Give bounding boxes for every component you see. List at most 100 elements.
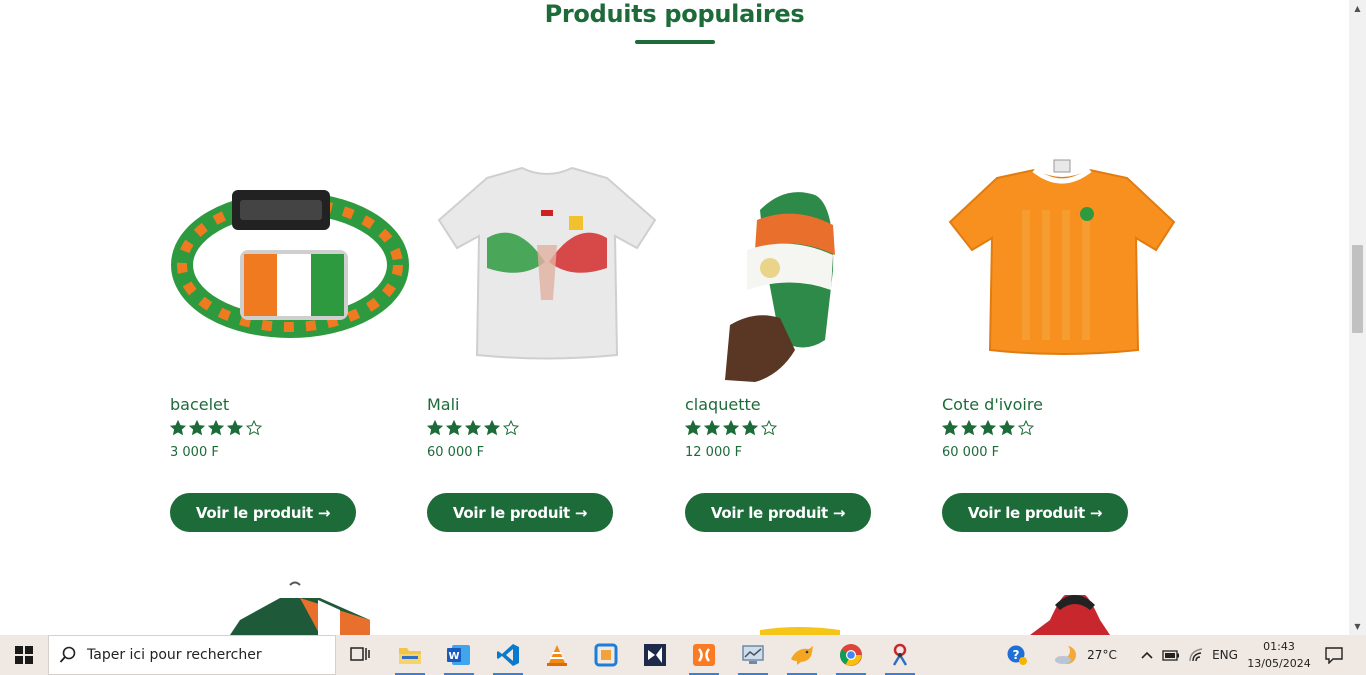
product-name[interactable]: bacelet — [170, 395, 229, 414]
windows-taskbar: Taper ici pour rechercher W ? 27°C ENG 0… — [0, 635, 1366, 675]
star-filled-icon — [446, 420, 462, 436]
help-tray-button[interactable]: ? — [1002, 635, 1032, 675]
product-image-partial[interactable] — [740, 580, 940, 635]
section-title: Produits populaires — [544, 0, 805, 28]
scrollbar-thumb[interactable] — [1352, 245, 1363, 333]
product-price: 60 000 F — [427, 445, 485, 460]
taskbar-app-file-explorer[interactable] — [386, 635, 434, 675]
product-price: 60 000 F — [942, 445, 1000, 460]
star-filled-icon — [999, 420, 1015, 436]
taskbar-app-visual-studio[interactable] — [631, 635, 679, 675]
word-icon: W — [447, 645, 470, 665]
battery-tray-button[interactable] — [1160, 635, 1182, 675]
product-image-claquette[interactable] — [685, 150, 925, 385]
star-filled-icon — [189, 420, 205, 436]
star-filled-icon — [723, 420, 739, 436]
notification-icon — [1325, 647, 1343, 664]
paint-tool-icon — [892, 643, 908, 666]
taskbar-app-sql-tool[interactable] — [778, 635, 826, 675]
windows-logo-icon — [15, 646, 33, 664]
star-filled-icon — [685, 420, 701, 436]
product-rating — [942, 420, 1034, 436]
taskbar-app-xampp[interactable] — [680, 635, 728, 675]
product-price: 3 000 F — [170, 445, 219, 460]
weather-widget[interactable]: 27°C — [1050, 635, 1120, 675]
svg-text:?: ? — [1013, 648, 1020, 662]
star-filled-icon — [227, 420, 243, 436]
star-filled-icon — [427, 420, 443, 436]
product-image-mali[interactable] — [427, 150, 667, 385]
product-rating — [427, 420, 519, 436]
language-indicator[interactable]: ENG — [1210, 635, 1240, 675]
star-filled-icon — [961, 420, 977, 436]
product-image-partial[interactable] — [200, 580, 400, 635]
weather-temperature: 27°C — [1087, 648, 1117, 662]
help-icon: ? — [1007, 645, 1027, 665]
search-icon — [59, 646, 76, 663]
xampp-icon — [693, 644, 715, 666]
star-empty-icon — [1018, 420, 1034, 436]
clock-date: 13/05/2024 — [1247, 657, 1311, 670]
title-underline — [635, 40, 715, 44]
clock-time: 01:43 — [1263, 640, 1295, 653]
taskbar-app-word[interactable]: W — [435, 635, 483, 675]
product-image-partial[interactable] — [990, 580, 1190, 635]
star-filled-icon — [484, 420, 500, 436]
star-empty-icon — [761, 420, 777, 436]
taskbar-app-chrome[interactable] — [827, 635, 875, 675]
vlc-cone-icon — [547, 645, 567, 666]
notifications-button[interactable] — [1318, 635, 1350, 675]
product-rating — [685, 420, 777, 436]
taskbar-app-paint-tool[interactable] — [876, 635, 924, 675]
svg-text:W: W — [448, 651, 459, 662]
star-filled-icon — [704, 420, 720, 436]
network-tray-button[interactable] — [1186, 635, 1208, 675]
task-view-button[interactable] — [336, 635, 384, 675]
visual-studio-icon — [644, 644, 666, 666]
show-hidden-icons-button[interactable] — [1137, 635, 1157, 675]
taskbar-clock[interactable]: 01:43 13/05/2024 — [1242, 638, 1316, 672]
remote-desktop-icon — [742, 645, 764, 664]
taskbar-app-virtualbox[interactable] — [582, 635, 630, 675]
product-rating — [170, 420, 262, 436]
view-product-button[interactable]: Voir le produit → — [427, 493, 613, 532]
wifi-icon — [1189, 648, 1203, 662]
virtualbox-icon — [594, 643, 618, 667]
view-product-button[interactable]: Voir le produit → — [170, 493, 356, 532]
page-scrollbar[interactable]: ▲ ▼ — [1349, 0, 1366, 635]
product-name[interactable]: claquette — [685, 395, 761, 414]
product-image-bracelet[interactable] — [170, 150, 410, 385]
scroll-down-icon[interactable]: ▼ — [1349, 618, 1366, 635]
product-name[interactable]: Cote d'ivoire — [942, 395, 1043, 414]
windows-start-button[interactable] — [0, 635, 48, 675]
star-filled-icon — [208, 420, 224, 436]
chrome-icon — [840, 644, 862, 666]
folder-icon — [399, 648, 421, 664]
scroll-up-icon[interactable]: ▲ — [1349, 0, 1366, 17]
view-product-button[interactable]: Voir le produit → — [942, 493, 1128, 532]
view-product-button[interactable]: Voir le produit → — [685, 493, 871, 532]
search-placeholder: Taper ici pour rechercher — [87, 647, 262, 663]
star-filled-icon — [465, 420, 481, 436]
product-image-cote-divoire[interactable] — [942, 150, 1182, 385]
product-name[interactable]: Mali — [427, 395, 460, 414]
taskbar-app-vscode[interactable] — [484, 635, 532, 675]
vscode-icon — [497, 644, 519, 666]
dolphin-icon — [791, 646, 813, 665]
browser-page: Produits populaires bacelet 3 000 F Voir… — [0, 0, 1366, 675]
star-filled-icon — [742, 420, 758, 436]
star-filled-icon — [942, 420, 958, 436]
taskbar-search-box[interactable]: Taper ici pour rechercher — [48, 635, 336, 675]
taskbar-app-vlc[interactable] — [533, 635, 581, 675]
page-viewport: Produits populaires bacelet 3 000 F Voir… — [0, 0, 1349, 635]
task-view-icon — [350, 647, 370, 661]
star-filled-icon — [170, 420, 186, 436]
product-price: 12 000 F — [685, 445, 743, 460]
weather-moon-icon — [1055, 644, 1077, 664]
battery-icon — [1162, 650, 1179, 661]
star-empty-icon — [246, 420, 262, 436]
taskbar-app-remote-desktop[interactable] — [729, 635, 777, 675]
star-empty-icon — [503, 420, 519, 436]
chevron-up-icon — [1141, 651, 1153, 659]
star-filled-icon — [980, 420, 996, 436]
